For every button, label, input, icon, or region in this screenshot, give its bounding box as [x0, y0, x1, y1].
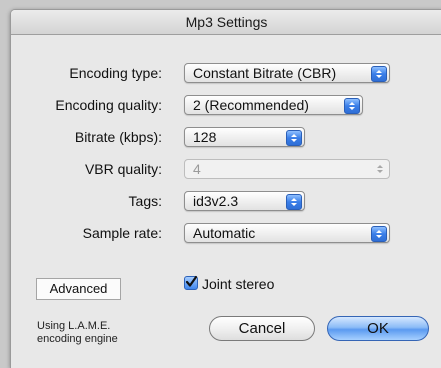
vbr-quality-popup: 4 — [184, 159, 390, 179]
cancel-button[interactable]: Cancel — [209, 316, 315, 341]
up-down-arrows-icon — [286, 130, 302, 146]
title-bar[interactable]: Mp3 Settings — [11, 10, 441, 35]
tags-popup[interactable]: id3v2.3 — [184, 191, 305, 211]
advanced-button[interactable]: Advanced — [36, 278, 121, 300]
checkmark-icon — [185, 275, 198, 287]
bitrate-popup[interactable]: 128 — [184, 127, 305, 147]
bitrate-value: 128 — [193, 129, 217, 145]
mp3-settings-window: Mp3 Settings Encoding type: Constant Bit… — [10, 9, 441, 368]
encoding-type-popup[interactable]: Constant Bitrate (CBR) — [184, 63, 390, 83]
encoding-type-value: Constant Bitrate (CBR) — [193, 65, 337, 81]
up-down-arrows-icon — [371, 226, 387, 242]
up-down-arrows-icon — [371, 66, 387, 82]
up-down-arrows-icon — [373, 162, 387, 176]
joint-stereo-checkbox[interactable] — [184, 275, 198, 290]
tags-value: id3v2.3 — [193, 193, 239, 209]
engine-note-line1: Using L.A.M.E. — [37, 320, 111, 332]
vbr-quality-value: 4 — [193, 161, 201, 177]
up-down-arrows-icon — [286, 194, 302, 210]
tags-label: Tags: — [128, 193, 162, 209]
encoding-quality-label: Encoding quality: — [55, 97, 162, 113]
sample-rate-label: Sample rate: — [82, 225, 162, 241]
vbr-quality-label: VBR quality: — [84, 161, 162, 177]
engine-note-line2: encoding engine — [37, 333, 118, 345]
up-down-arrows-icon — [344, 98, 360, 114]
encoding-type-label: Encoding type: — [69, 65, 162, 81]
encoding-quality-value: 2 (Recommended) — [193, 97, 309, 113]
encoding-quality-popup[interactable]: 2 (Recommended) — [184, 95, 363, 115]
ok-button[interactable]: OK — [327, 316, 429, 341]
bitrate-label: Bitrate (kbps): — [74, 129, 162, 145]
sample-rate-value: Automatic — [193, 225, 256, 241]
window-title: Mp3 Settings — [185, 14, 268, 30]
joint-stereo-label[interactable]: Joint stereo — [202, 276, 274, 293]
sample-rate-popup[interactable]: Automatic — [184, 223, 390, 243]
